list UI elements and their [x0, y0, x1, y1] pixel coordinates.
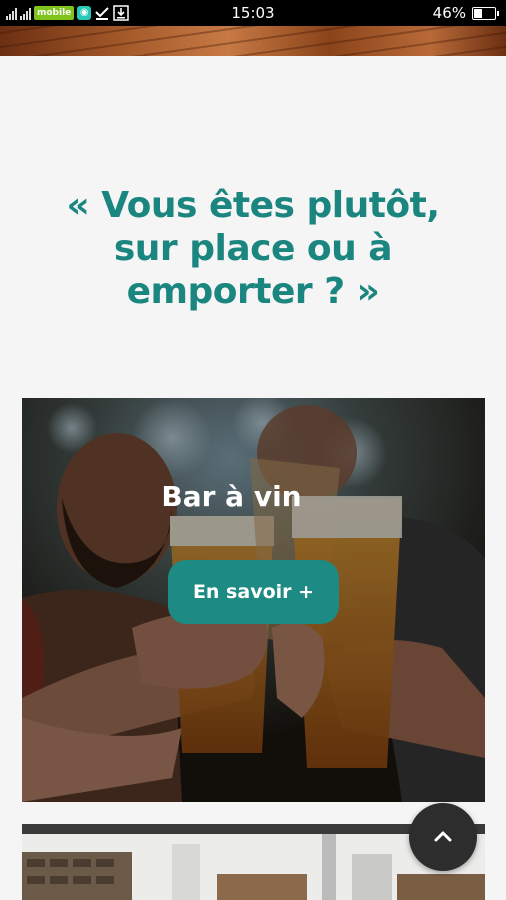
header-wood-banner	[0, 26, 506, 56]
status-bar: mobile ◉ 15:03 46%	[0, 0, 506, 26]
card-title: Bar à vin	[161, 480, 302, 513]
battery-percent: 46%	[432, 4, 466, 22]
scroll-to-top-button[interactable]	[409, 803, 477, 871]
status-right: 46%	[432, 4, 499, 22]
en-savoir-plus-button[interactable]: En savoir +	[168, 560, 339, 624]
section-headline: « Vous êtes plutôt, sur place ou à emporte…	[66, 185, 440, 312]
status-time: 15:03	[231, 4, 275, 22]
battery-icon	[472, 6, 499, 20]
chevron-up-icon	[434, 831, 452, 842]
